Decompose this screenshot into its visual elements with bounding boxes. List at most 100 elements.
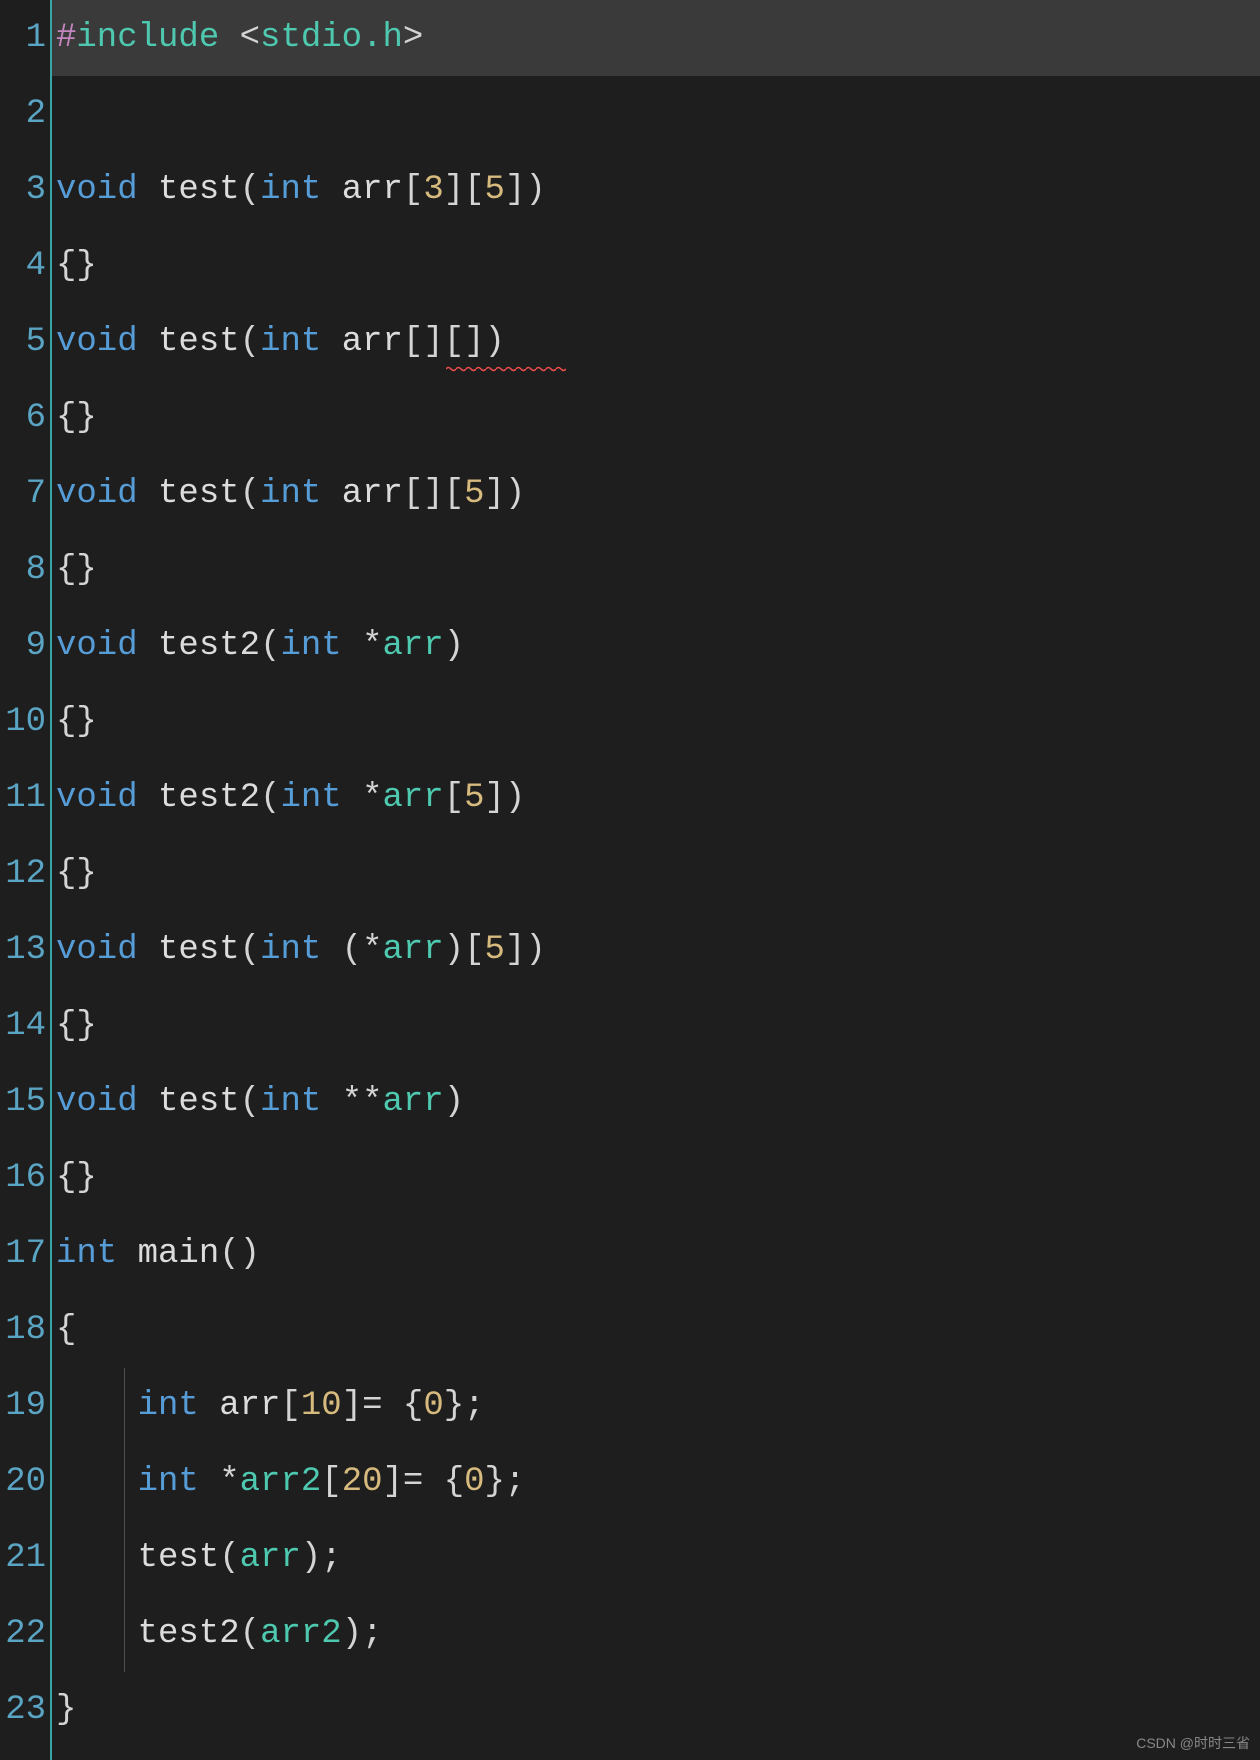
code-line[interactable]: void test2(int *arr) bbox=[52, 608, 1260, 684]
token-punct bbox=[138, 627, 158, 665]
token-punct bbox=[321, 1083, 341, 1121]
token-punct: } bbox=[56, 1691, 76, 1729]
line-number: 13 bbox=[0, 912, 46, 988]
line-number: 11 bbox=[0, 760, 46, 836]
error-squiggle bbox=[446, 366, 566, 372]
token-keyword: int bbox=[260, 931, 321, 969]
line-number: 18 bbox=[0, 1292, 46, 1368]
line-number: 10 bbox=[0, 684, 46, 760]
token-punct bbox=[321, 475, 341, 513]
code-line[interactable]: #include <stdio.h> bbox=[52, 0, 1260, 76]
code-line[interactable]: void test(int **arr) bbox=[52, 1064, 1260, 1140]
code-line[interactable]: void test2(int *arr[5]) bbox=[52, 760, 1260, 836]
token-punct: [ bbox=[444, 779, 464, 817]
token-punct: ( bbox=[260, 779, 280, 817]
code-line[interactable]: {} bbox=[52, 228, 1260, 304]
token-punct: [ bbox=[403, 171, 423, 209]
line-number: 4 bbox=[0, 228, 46, 304]
token-punct: ( bbox=[240, 323, 260, 361]
token-keyword: int bbox=[260, 1083, 321, 1121]
line-number: 17 bbox=[0, 1216, 46, 1292]
code-line[interactable]: void test(int arr[3][5]) bbox=[52, 152, 1260, 228]
token-punct: ]= { bbox=[342, 1387, 424, 1425]
code-line[interactable]: test(arr); bbox=[52, 1520, 1260, 1596]
token-func: arr bbox=[342, 323, 403, 361]
token-func: test bbox=[138, 1539, 220, 1577]
token-num: 20 bbox=[342, 1463, 383, 1501]
token-punct: ]) bbox=[505, 171, 546, 209]
token-punct: [ bbox=[321, 1463, 341, 1501]
line-number: 8 bbox=[0, 532, 46, 608]
token-punct bbox=[117, 1235, 137, 1273]
token-num: 5 bbox=[485, 171, 505, 209]
code-line[interactable]: int *arr2[20]= {0}; bbox=[52, 1444, 1260, 1520]
code-line[interactable]: int arr[10]= {0}; bbox=[52, 1368, 1260, 1444]
token-keyword: void bbox=[56, 1083, 138, 1121]
code-line[interactable]: void test(int arr[][5]) bbox=[52, 456, 1260, 532]
token-punct: ]) bbox=[485, 475, 526, 513]
token-punct: ); bbox=[301, 1539, 342, 1577]
code-line[interactable]: {} bbox=[52, 532, 1260, 608]
token-func: test bbox=[158, 1083, 240, 1121]
code-line[interactable]: {} bbox=[52, 380, 1260, 456]
token-func: arr bbox=[342, 475, 403, 513]
token-punct: ]) bbox=[485, 779, 526, 817]
code-line[interactable]: {} bbox=[52, 988, 1260, 1064]
line-number: 21 bbox=[0, 1520, 46, 1596]
code-line[interactable]: {} bbox=[52, 836, 1260, 912]
code-line[interactable]: int main() bbox=[52, 1216, 1260, 1292]
token-func: test2 bbox=[158, 627, 260, 665]
token-macro: include bbox=[76, 19, 219, 57]
code-line[interactable]: { bbox=[52, 1292, 1260, 1368]
token-keyword: void bbox=[56, 931, 138, 969]
code-line[interactable]: test2(arr2); bbox=[52, 1596, 1260, 1672]
token-punct: ( bbox=[240, 1615, 260, 1653]
line-number: 6 bbox=[0, 380, 46, 456]
token-punct: ]) bbox=[505, 931, 546, 969]
token-punct: )[ bbox=[444, 931, 485, 969]
code-area[interactable]: #include <stdio.h> void test(int arr[3][5… bbox=[52, 0, 1260, 1760]
token-star: * bbox=[362, 931, 382, 969]
token-func: arr bbox=[342, 171, 403, 209]
token-keyword: int bbox=[138, 1463, 199, 1501]
token-punct: {} bbox=[56, 551, 97, 589]
token-punct: { bbox=[56, 1311, 76, 1349]
line-number: 16 bbox=[0, 1140, 46, 1216]
watermark: CSDN @时时三省 bbox=[1136, 1732, 1250, 1754]
token-punct: ( bbox=[240, 475, 260, 513]
token-func: test2 bbox=[138, 1615, 240, 1653]
token-keyword: int bbox=[138, 1387, 199, 1425]
token-star: * bbox=[362, 779, 382, 817]
line-number: 1 bbox=[0, 0, 46, 76]
token-punct: ( bbox=[260, 627, 280, 665]
token-punct: ) bbox=[444, 627, 464, 665]
token-punct: ) bbox=[444, 1083, 464, 1121]
token-punct: [][]) bbox=[403, 323, 505, 361]
token-punct: ][ bbox=[444, 171, 485, 209]
token-star: * bbox=[219, 1463, 239, 1501]
code-line[interactable] bbox=[52, 76, 1260, 152]
indent-guide bbox=[124, 1520, 125, 1596]
line-number: 20 bbox=[0, 1444, 46, 1520]
token-ident: arr2 bbox=[260, 1615, 342, 1653]
code-line[interactable]: void test(int arr[][]) bbox=[52, 304, 1260, 380]
code-line[interactable]: void test(int (*arr)[5]) bbox=[52, 912, 1260, 988]
token-punct bbox=[138, 475, 158, 513]
token-punct: ( bbox=[219, 1539, 239, 1577]
token-punct: ); bbox=[342, 1615, 383, 1653]
token-num: 0 bbox=[423, 1387, 443, 1425]
token-punct: > bbox=[403, 19, 423, 57]
token-ident: arr bbox=[240, 1539, 301, 1577]
code-line[interactable]: {} bbox=[52, 684, 1260, 760]
code-editor[interactable]: 1234567891011121314151617181920212223 #i… bbox=[0, 0, 1260, 1760]
token-punct: ]= { bbox=[383, 1463, 465, 1501]
code-line[interactable]: {} bbox=[52, 1140, 1260, 1216]
token-punct bbox=[138, 779, 158, 817]
token-punct: {} bbox=[56, 1007, 97, 1045]
line-number: 23 bbox=[0, 1672, 46, 1748]
line-number: 9 bbox=[0, 608, 46, 684]
code-line[interactable]: } bbox=[52, 1672, 1260, 1748]
token-num: 5 bbox=[464, 779, 484, 817]
token-punct: {} bbox=[56, 1159, 97, 1197]
token-punct: ( bbox=[240, 931, 260, 969]
